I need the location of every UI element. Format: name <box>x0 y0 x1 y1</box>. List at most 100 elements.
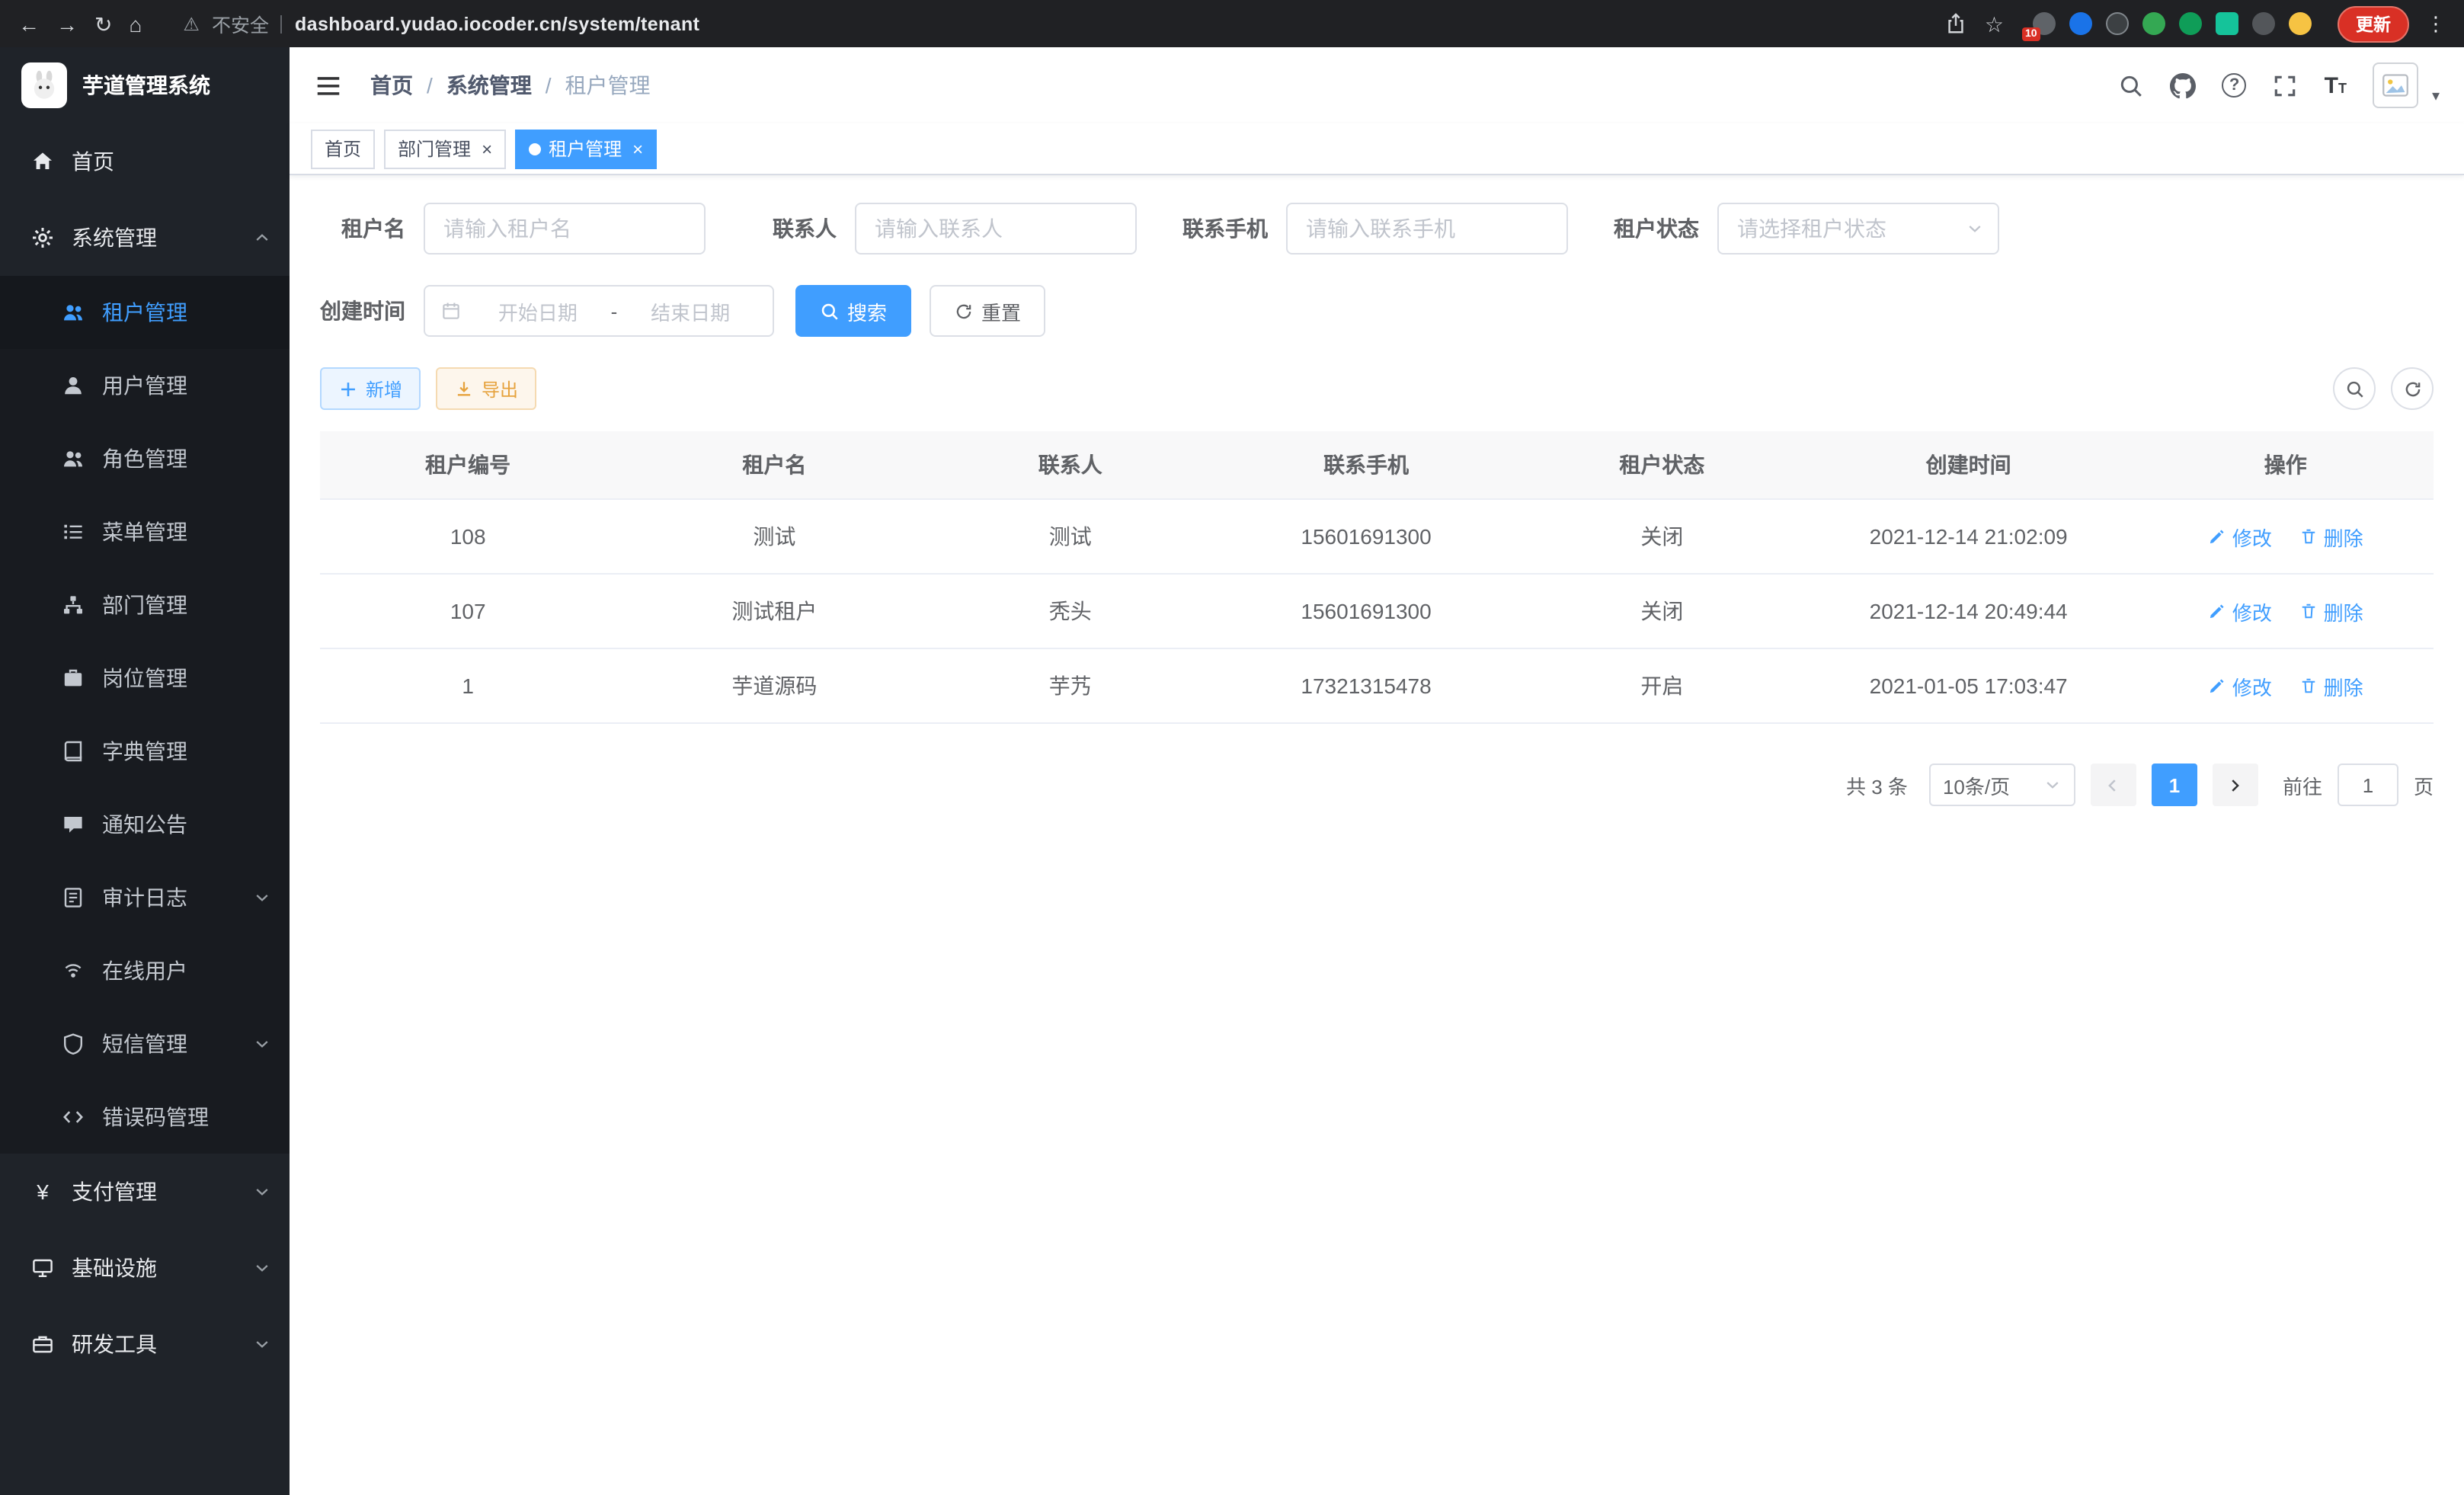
home-icon <box>30 149 55 174</box>
column-header-id: 租户编号 <box>320 431 616 499</box>
delete-button[interactable]: 删除 <box>2299 597 2363 626</box>
chevron-down-icon <box>253 1335 271 1353</box>
help-icon[interactable]: ? <box>2222 73 2247 98</box>
browser-extension-icon-3[interactable] <box>2106 12 2129 35</box>
sidebar-item-label: 字典管理 <box>102 736 187 767</box>
app-logo-row[interactable]: 芋道管理系统 <box>0 47 290 123</box>
browser-extension-icon-7[interactable] <box>2252 12 2275 35</box>
sidebar-item-dev-tools[interactable]: 研发工具 <box>0 1306 290 1382</box>
delete-button[interactable]: 删除 <box>2299 671 2363 700</box>
delete-button[interactable]: 删除 <box>2299 522 2363 551</box>
cell-name: 芋道源码 <box>616 648 933 723</box>
breadcrumb-system[interactable]: 系统管理 <box>446 70 532 101</box>
browser-extension-icon-1[interactable]: 10 <box>2033 12 2056 35</box>
reload-icon[interactable]: ↻ <box>94 13 112 34</box>
phone-label: 联系手机 <box>1182 213 1268 244</box>
breadcrumb-separator: / <box>427 73 433 98</box>
toggle-search-button[interactable] <box>2333 367 2376 410</box>
sidebar-item-home[interactable]: 首页 <box>0 123 290 200</box>
sidebar-item-error-code[interactable]: 错误码管理 <box>0 1080 290 1154</box>
extension-badge: 10 <box>2022 27 2040 41</box>
browser-menu-icon[interactable]: ⋮ <box>2426 11 2446 36</box>
chevron-down-icon <box>253 1259 271 1277</box>
sidebar-collapse-icon[interactable] <box>314 71 343 100</box>
browser-home-icon[interactable]: ⌂ <box>129 13 142 34</box>
export-button[interactable]: 导出 <box>436 367 536 410</box>
sidebar-item-sms[interactable]: 短信管理 <box>0 1007 290 1080</box>
share-icon[interactable] <box>1945 12 1968 35</box>
tab-close-icon[interactable]: × <box>632 139 643 158</box>
page-number-button[interactable]: 1 <box>2152 764 2197 806</box>
sidebar-item-tenant[interactable]: 租户管理 <box>0 276 290 349</box>
browser-extension-icon-2[interactable] <box>2069 12 2092 35</box>
font-size-icon[interactable]: TT <box>2325 72 2347 98</box>
tab-dept[interactable]: 部门管理 × <box>384 129 506 168</box>
calendar-icon <box>440 300 462 322</box>
fullscreen-icon[interactable] <box>2273 72 2299 98</box>
browser-extension-icon-4[interactable] <box>2142 12 2165 35</box>
phone-input[interactable] <box>1286 203 1568 255</box>
avatar[interactable] <box>2373 62 2418 108</box>
sidebar-item-dept[interactable]: 部门管理 <box>0 568 290 642</box>
filter-tenant-name: 租户名 <box>320 203 706 255</box>
sidebar-item-online-user[interactable]: 在线用户 <box>0 934 290 1007</box>
search-icon[interactable] <box>2119 72 2145 98</box>
sidebar-item-infra[interactable]: 基础设施 <box>0 1230 290 1306</box>
sidebar-item-audit-log[interactable]: 审计日志 <box>0 861 290 934</box>
back-icon[interactable]: ← <box>18 13 40 34</box>
edit-button[interactable]: 修改 <box>2208 522 2272 551</box>
status-select[interactable]: 请选择租户状态 <box>1717 203 1999 255</box>
refresh-table-button[interactable] <box>2391 367 2434 410</box>
edit-button[interactable]: 修改 <box>2208 597 2272 626</box>
tab-close-icon[interactable]: × <box>482 139 492 158</box>
browser-extension-icon-5[interactable] <box>2179 12 2202 35</box>
sidebar-item-dict[interactable]: 字典管理 <box>0 715 290 788</box>
cell-contact: 秃头 <box>933 574 1208 648</box>
sidebar-item-notice[interactable]: 通知公告 <box>0 788 290 861</box>
sidebar-item-post[interactable]: 岗位管理 <box>0 642 290 715</box>
create-time-range-picker[interactable]: 开始日期 - 结束日期 <box>424 285 774 337</box>
contact-label: 联系人 <box>751 213 837 244</box>
reset-button-label: 重置 <box>981 296 1021 325</box>
browser-chrome: ← → ↻ ⌂ ⚠ 不安全 dashboard.yudao.iocoder.cn… <box>0 0 2464 47</box>
breadcrumb-home[interactable]: 首页 <box>370 70 413 101</box>
column-header-actions: 操作 <box>2138 431 2434 499</box>
sidebar-item-pay[interactable]: ¥ 支付管理 <box>0 1154 290 1230</box>
prev-page-button[interactable] <box>2091 764 2136 806</box>
bookmark-star-icon[interactable]: ☆ <box>1985 13 2004 34</box>
dept-tree-icon <box>61 593 85 617</box>
warning-icon: ⚠ <box>183 13 200 34</box>
tenant-name-input[interactable] <box>424 203 706 255</box>
filter-row-1: 租户名 联系人 联系手机 租户状态 请选择租户状态 <box>320 203 2434 255</box>
tab-tenant[interactable]: 租户管理 × <box>515 129 657 168</box>
next-page-button[interactable] <box>2213 764 2258 806</box>
avatar-caret-icon[interactable]: ▾ <box>2432 88 2440 108</box>
reset-button[interactable]: 重置 <box>930 285 1045 337</box>
edit-button[interactable]: 修改 <box>2208 671 2272 700</box>
browser-extension-icon-6[interactable] <box>2216 12 2238 35</box>
sidebar-item-role[interactable]: 角色管理 <box>0 422 290 495</box>
add-button[interactable]: 新增 <box>320 367 421 410</box>
search-button[interactable]: 搜索 <box>795 285 911 337</box>
cell-id: 108 <box>320 499 616 574</box>
status-placeholder: 请选择租户状态 <box>1737 213 1886 244</box>
github-icon[interactable] <box>2171 72 2197 98</box>
code-icon <box>61 1105 85 1129</box>
browser-update-button[interactable]: 更新 <box>2338 5 2409 42</box>
page-size-select[interactable]: 10条/页 <box>1929 764 2075 806</box>
tenant-name-label: 租户名 <box>320 213 405 244</box>
cell-id: 1 <box>320 648 616 723</box>
edit-label: 修改 <box>2232 671 2272 700</box>
sidebar-item-system[interactable]: 系统管理 <box>0 200 290 276</box>
sidebar-item-label: 部门管理 <box>102 590 187 620</box>
sidebar-item-user[interactable]: 用户管理 <box>0 349 290 422</box>
goto-page-input[interactable] <box>2338 764 2398 806</box>
forward-icon[interactable]: → <box>56 13 78 34</box>
sidebar-item-menu[interactable]: 菜单管理 <box>0 495 290 568</box>
app-title: 芋道管理系统 <box>82 70 210 101</box>
download-icon <box>454 379 474 399</box>
browser-extension-icon-8[interactable] <box>2289 12 2312 35</box>
tab-home[interactable]: 首页 <box>311 129 375 168</box>
address-bar[interactable]: ⚠ 不安全 dashboard.yudao.iocoder.cn/system/… <box>158 9 1928 38</box>
contact-input[interactable] <box>855 203 1137 255</box>
